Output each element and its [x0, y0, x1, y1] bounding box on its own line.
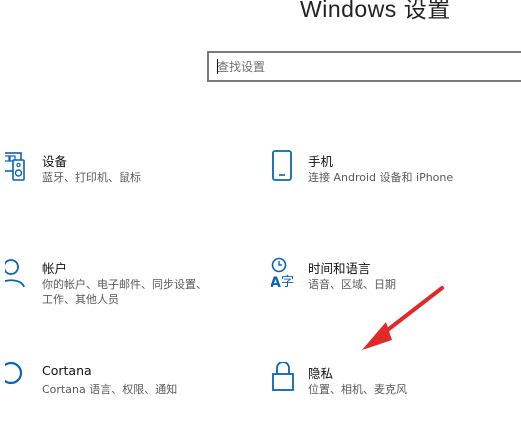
devices-icon	[5, 150, 41, 186]
tile-privacy-title: 隐私	[308, 366, 334, 381]
phone-icon	[271, 150, 307, 186]
search-box[interactable]	[207, 51, 521, 82]
text-caret	[217, 59, 218, 74]
lock-icon	[271, 362, 307, 398]
tile-devices-desc: 蓝牙、打印机、鼠标	[42, 171, 141, 184]
tile-privacy[interactable]: 隐私 位置、相机、麦克风	[271, 362, 511, 432]
page-title: Windows 设置	[300, 0, 451, 22]
tile-accounts-desc: 你的帐户、电子邮件、同步设置、工作、其他人员	[42, 278, 207, 306]
tile-phone-desc: 连接 Android 设备和 iPhone	[308, 171, 454, 184]
tile-accounts[interactable]: 帐户 你的帐户、电子邮件、同步设置、工作、其他人员	[5, 257, 245, 327]
tile-devices-title: 设备	[42, 154, 68, 169]
tile-privacy-desc: 位置、相机、麦克风	[308, 383, 407, 396]
tile-time-language-title: 时间和语言	[308, 261, 371, 276]
search-input[interactable]	[209, 53, 497, 80]
tile-phone-title: 手机	[308, 154, 334, 169]
tile-devices[interactable]: 设备 蓝牙、打印机、鼠标	[5, 150, 245, 220]
svg-text:字: 字	[281, 275, 294, 290]
cortana-icon	[5, 362, 41, 398]
time-language-icon: A 字	[271, 257, 307, 293]
tile-cortana-desc: Cortana 语言、权限、通知	[42, 383, 178, 396]
tile-cortana-title: Cortana	[42, 363, 92, 378]
tile-cortana[interactable]: Cortana Cortana 语言、权限、通知	[5, 362, 245, 432]
svg-text:A: A	[271, 275, 281, 291]
account-icon	[5, 257, 41, 293]
tile-accounts-title: 帐户	[42, 261, 68, 276]
red-arrow-annotation	[362, 286, 444, 350]
tile-phone[interactable]: 手机 连接 Android 设备和 iPhone	[271, 150, 511, 220]
